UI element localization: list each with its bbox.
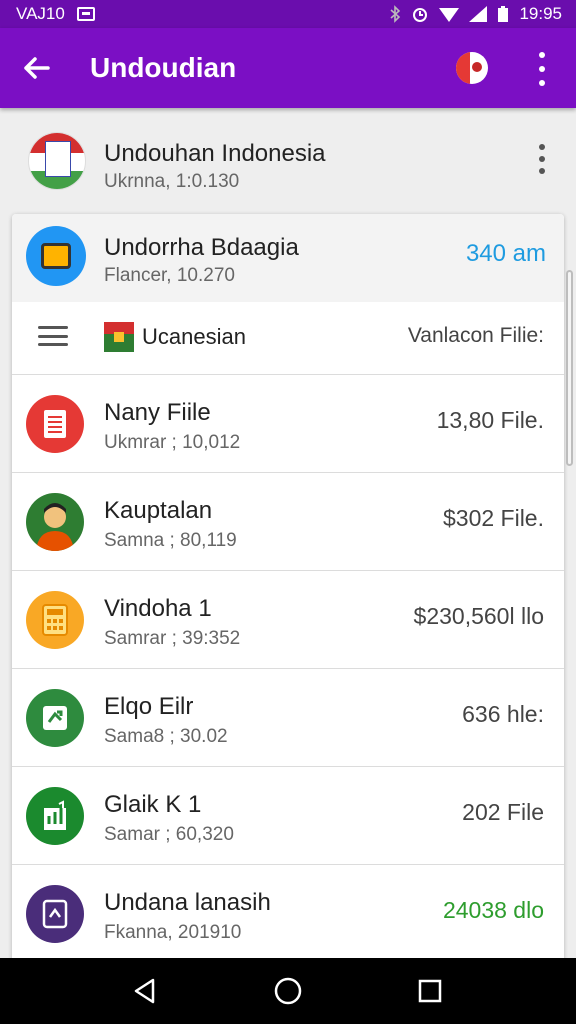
header-item-subtitle: Ukrnna, 1:0.130 [104,171,240,192]
frame-icon [26,885,84,943]
filter-right-label[interactable]: Vanlacon Filie: [408,324,544,348]
nav-home-button[interactable] [271,974,305,1008]
briefcase-app-icon [26,226,86,286]
battery-icon [498,6,509,22]
header-list-item[interactable]: Undouhan Indonesia Ukrnna, 1:0.130 [0,110,576,210]
square-recents-icon [418,979,442,1003]
list-item-value: 13,80 File. [436,407,544,433]
list-item-subtitle: Sama8 ; 30.02 [104,726,228,747]
list-item-subtitle: Samrar ; 39:352 [104,628,241,649]
scrollbar-thumb[interactable] [566,270,573,466]
person-avatar-icon [26,493,84,551]
status-bar: VAJ10 19:95 [0,0,576,28]
signal-icon [469,6,488,22]
featured-item-amount: 340 am [465,240,546,267]
system-nav-bar [0,958,576,1024]
list-item[interactable]: Vindoha 1 Samrar ; 39:352 $230,560l llo [12,570,564,668]
list-item-value: $302 File. [442,505,544,531]
scrollbar[interactable] [566,270,574,570]
filter-row: Ucanesian Vanlacon Filie: [12,302,564,374]
indonesia-app-icon [28,132,86,190]
alarm-icon [413,8,428,22]
content-card: Undorrha Bdaagia Flancer, 10.270 340 am … [12,214,564,1014]
overflow-menu-button[interactable] [528,52,556,86]
list-item-title: Undana lanasih [104,889,271,916]
list-item-value: 202 File [462,799,544,825]
list-item[interactable]: Elqo Eilr Sama8 ; 30.02 636 hle: [12,668,564,766]
list-item-value: $230,560l llo [413,603,544,629]
list-item-subtitle: Samar ; 60,320 [104,824,234,845]
arrow-left-icon [24,57,50,79]
puzzle-icon [26,689,84,747]
list-item-title: Kauptalan [104,497,213,524]
page-title: Undoudian [90,52,237,83]
header-item-title: Undouhan Indonesia [104,140,326,167]
nav-back-button[interactable] [128,974,162,1008]
featured-item-title: Undorrha Bdaagia [104,234,299,261]
calculator-icon [26,591,84,649]
list-item-subtitle: Samna ; 80,119 [104,530,237,551]
triangle-back-icon [134,978,155,1004]
list-item[interactable]: Glaik K 1 Samar ; 60,320 202 File [12,766,564,864]
back-button[interactable] [18,50,54,86]
list-item[interactable]: Kauptalan Samna ; 80,119 $302 File. [12,472,564,570]
status-time: 19:95 [519,4,562,23]
list-item-subtitle: Fkanna, 201910 [104,922,242,943]
menu-icon[interactable] [38,326,68,346]
status-carrier-text: VAJ10 [16,4,65,23]
list-item-title: Nany Fiile [104,399,211,426]
header-item-menu-button[interactable] [532,144,552,174]
list-item-value: 24038 dlo [442,897,544,923]
wifi-icon [439,8,460,22]
notification-icon [76,7,95,21]
nav-recents-button[interactable] [413,974,447,1008]
list-item-subtitle: Ukmrar ; 10,012 [104,432,241,453]
list-item-title: Glaik K 1 [104,791,202,818]
list-item-title: Vindoha 1 [104,595,212,622]
list-item-title: Elqo Eilr [104,693,194,720]
list-item[interactable]: Nany Fiile Ukmrar ; 10,012 13,80 File. [12,374,564,472]
featured-item-subtitle: Flancer, 10.270 [104,265,235,286]
list-item-value: 636 hle: [462,701,544,727]
list-item[interactable]: Undana lanasih Fkanna, 201910 24038 dlo [12,864,564,962]
circle-home-icon [274,977,302,1005]
filter-label[interactable]: Ucanesian [142,324,246,350]
featured-item[interactable]: Undorrha Bdaagia Flancer, 10.270 340 am [12,214,564,302]
flag-icon [104,322,134,352]
bluetooth-icon [390,5,401,23]
document-icon [26,395,84,453]
app-bar: Undoudian [0,28,576,108]
language-flag-button[interactable] [456,52,488,84]
chart-icon [26,787,84,845]
